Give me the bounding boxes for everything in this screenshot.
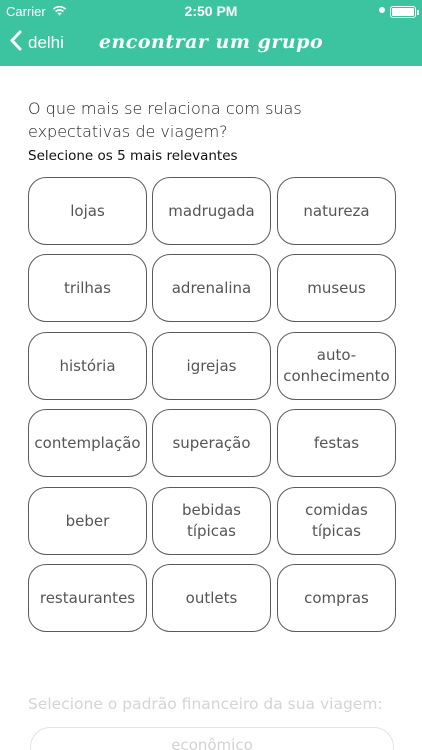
interest-options-grid: lojas madrugada natureza trilhas adrenal…: [28, 177, 396, 633]
charging-icon: [378, 4, 386, 19]
option-chip[interactable]: comidas típicas: [277, 487, 396, 555]
option-chip[interactable]: superação: [152, 409, 271, 477]
option-chip[interactable]: adrenalina: [152, 254, 271, 322]
status-bar: Carrier 2:50 PM: [0, 0, 422, 22]
finance-option-economico[interactable]: econômico: [30, 727, 394, 750]
option-chip[interactable]: lojas: [28, 177, 147, 245]
option-chip[interactable]: beber: [28, 487, 147, 555]
selection-instruction: Selecione os 5 mais relevantes: [28, 148, 238, 164]
battery-icon: [390, 5, 419, 18]
status-right: [378, 4, 419, 19]
page-title: encontrar um grupo: [98, 31, 324, 53]
option-chip[interactable]: madrugada: [152, 177, 271, 245]
option-chip[interactable]: bebidas típicas: [152, 487, 271, 555]
question-text: O que mais se relaciona com suas expecta…: [28, 99, 302, 141]
option-chip[interactable]: restaurantes: [28, 564, 147, 632]
option-chip[interactable]: história: [28, 332, 147, 400]
option-chip[interactable]: outlets: [152, 564, 271, 632]
option-chip[interactable]: trilhas: [28, 254, 147, 322]
option-chip[interactable]: natureza: [277, 177, 396, 245]
option-chip[interactable]: contemplação: [28, 409, 147, 477]
option-chip[interactable]: festas: [277, 409, 396, 477]
option-chip[interactable]: compras: [277, 564, 396, 632]
option-chip[interactable]: auto- conhecimento: [277, 332, 396, 400]
status-time: 2:50 PM: [184, 3, 238, 19]
nav-bar: delhi encontrar um grupo: [0, 22, 422, 66]
option-chip[interactable]: igrejas: [152, 332, 271, 400]
finance-label: Selecione o padrão financeiro da sua via…: [28, 695, 383, 713]
option-chip[interactable]: museus: [277, 254, 396, 322]
